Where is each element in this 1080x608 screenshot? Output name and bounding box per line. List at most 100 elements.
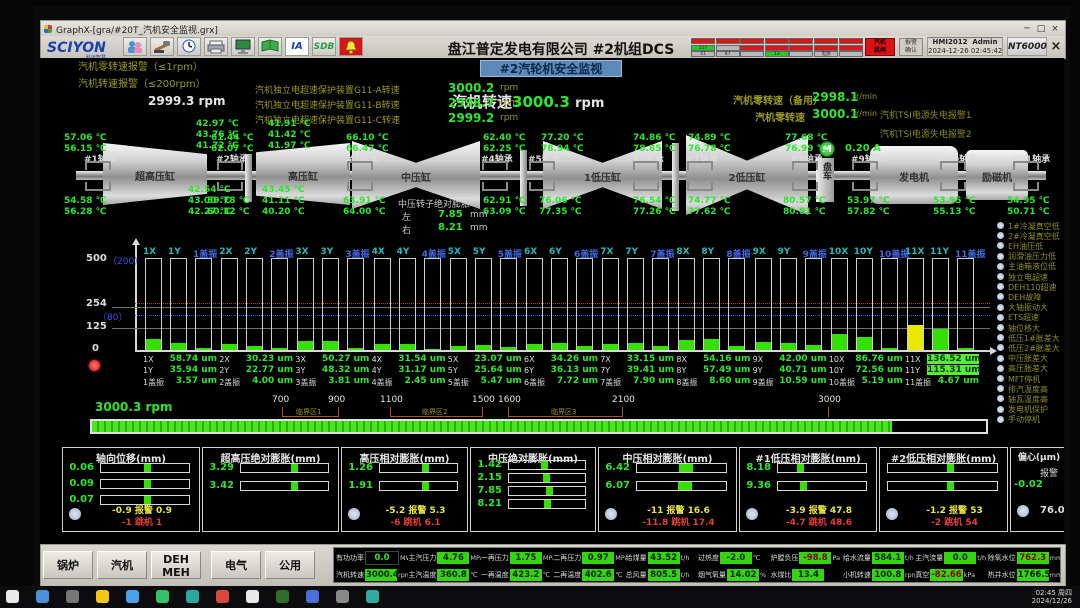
taskbar-app-icon[interactable] (366, 590, 379, 603)
minimize-button[interactable]: ─ (1020, 24, 1034, 34)
close-button[interactable]: × (1048, 24, 1062, 34)
alarm-grid-cell (716, 38, 740, 44)
bearing-temp-top: 77.20 ℃ (541, 133, 584, 143)
vib-readout-label: 7盖振 (600, 377, 621, 388)
vib-bar-fill (704, 339, 719, 350)
tools-icon[interactable] (150, 37, 174, 56)
bearing-temp-top: 77.68 ℃ (785, 133, 828, 143)
taskbar-app-icon[interactable] (96, 590, 109, 603)
exit-button[interactable]: × (1049, 37, 1063, 56)
vib-bar-fill (679, 340, 694, 350)
process-field-unit: t/h (681, 554, 690, 562)
taskbar-app-icon[interactable] (216, 590, 229, 603)
book-icon[interactable] (258, 37, 282, 56)
vib-axis-y-arrow (132, 238, 140, 245)
panel-value: 3.42 (206, 480, 234, 491)
vib-bar-fill (908, 325, 923, 350)
taskbar-app-icon[interactable] (126, 590, 139, 603)
bearing-temp-top: 76.78 ℃ (688, 144, 731, 154)
maximize-button[interactable]: □ (1034, 24, 1048, 34)
vib-readout-value: 50.27 um (317, 354, 369, 364)
bearing-temp-bottom: 74.77 ℃ (688, 196, 731, 206)
bearing-temp-bottom: 77.26 ℃ (633, 207, 676, 217)
speed-tick-label: 2100 (612, 395, 635, 405)
vib-readout-label: 5X (448, 355, 459, 364)
vib-bar-outline (170, 258, 187, 350)
panel-status-lamp (886, 508, 898, 520)
alarm-grid-cell (814, 38, 838, 44)
turbine-speed-value: 3000.3 (512, 93, 570, 111)
nav-button-电气[interactable]: 电气 (211, 551, 261, 579)
taskbar-clock[interactable]: 02:45 周四2024/12/26 (1032, 589, 1072, 605)
process-field-value: 762.3 (1017, 552, 1049, 564)
vib-readout-value: 54.16 um (698, 354, 750, 364)
panel-bar (379, 481, 458, 491)
alarm-grid-cell (789, 51, 813, 57)
vib-bar-fill (756, 342, 771, 350)
nav-button-DEHMEH[interactable]: DEHMEH (151, 551, 201, 579)
vib-bar-outline (475, 258, 492, 350)
panel-alarm-label: 报警 (1040, 466, 1058, 479)
vib-tick-0: 0 (92, 343, 99, 354)
nav-button-公用[interactable]: 公用 (265, 551, 315, 579)
panel-status-lamp (746, 508, 758, 520)
taskbar-app-icon[interactable] (6, 590, 19, 603)
process-field-label: 除氧水位 (988, 553, 1016, 563)
printer-icon[interactable] (204, 37, 228, 56)
vib-bar-fill (400, 344, 415, 350)
vib-readout-value: 7.90 um (622, 376, 674, 386)
alarm-grid-cell: 41 (691, 51, 715, 57)
g11-label: 汽机独立电超速保护装置G11-B转速 (255, 98, 400, 111)
status-indicator-label: 手动停机 (1008, 414, 1040, 425)
vib-bar-outline (780, 258, 797, 350)
bearing-bracket-bottom (792, 182, 818, 191)
vib-bar-fill (451, 346, 466, 350)
bearing-temp-bottom: 53.95 ℃ (933, 196, 976, 206)
taskbar-app-icon[interactable] (66, 590, 79, 603)
taskbar-app-icon[interactable] (156, 590, 169, 603)
taskbar-app-icon[interactable] (186, 590, 199, 603)
sdb-logo[interactable]: SDB (312, 37, 336, 56)
process-field-unit: ℃ (470, 571, 477, 579)
alarm-ack-button[interactable]: 报警确认 (899, 38, 923, 56)
panel-bar-marker (546, 487, 553, 495)
vib-readout-label: 7Y (600, 366, 610, 375)
vib-bar-outline (424, 258, 441, 350)
vib-bar-label: 6Y (549, 247, 562, 257)
process-field: 烟气氧量14.02% (698, 567, 770, 582)
app-icon (44, 25, 52, 33)
process-field-label: 一再压力 (481, 553, 509, 563)
vib-bar-outline (271, 258, 288, 350)
screen-photo: GraphX-[gra/#20T_汽机安全监视.grx] ─ □ × SCIYO… (0, 0, 1080, 608)
panel-bar (379, 463, 458, 473)
vib-readout-value: 42.00 um (775, 354, 827, 364)
speed-bar-current: 3000.3 rpm (95, 400, 173, 414)
bearing-temp-top: 78.85 ℃ (633, 144, 676, 154)
bearing-temp-bottom: 77.62 ℃ (688, 207, 731, 217)
status-indicator-lamp (997, 253, 1004, 260)
panel-bar-marker (422, 464, 429, 472)
clock-icon[interactable] (177, 37, 201, 56)
taskbar-app-icon[interactable] (36, 590, 49, 603)
process-field-label: 主汽温度 (408, 570, 436, 580)
process-field-label: 水煤比 (770, 570, 791, 580)
vib-bar-label: 2X (219, 247, 232, 257)
panel-bar (240, 481, 329, 491)
alarm-grid-cell (740, 38, 764, 44)
vib-bar-outline (246, 258, 263, 350)
nav-button-汽机[interactable]: 汽机 (97, 551, 147, 579)
nav-button-锅炉[interactable]: 锅炉 (43, 551, 93, 579)
alarm-bell-icon[interactable] (339, 37, 363, 56)
taskbar-app-icon[interactable] (276, 590, 289, 603)
alarm-grid-cell (716, 45, 740, 51)
g11-unit: rpm (500, 113, 518, 123)
hp-temp-top: 42.97 ℃ (196, 119, 239, 129)
panel-bar-marker (541, 461, 548, 469)
ia-logo[interactable]: IA (285, 37, 309, 56)
vib-bar-outline (145, 258, 162, 350)
taskbar-app-icon[interactable] (306, 590, 319, 603)
taskbar-app-icon[interactable] (246, 590, 259, 603)
taskbar-app-icon[interactable] (336, 590, 349, 603)
monitor-icon[interactable] (231, 37, 255, 56)
users-icon[interactable] (123, 37, 147, 56)
